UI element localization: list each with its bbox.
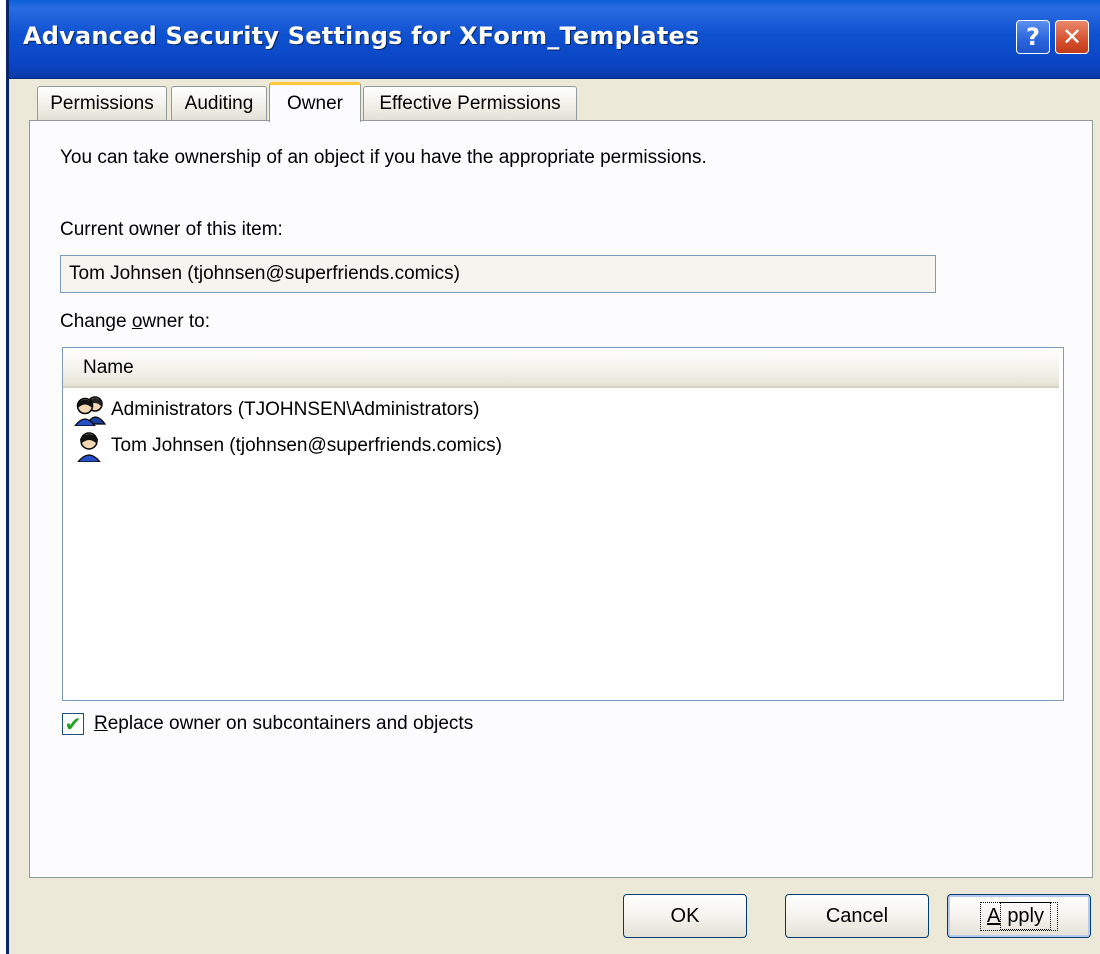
- ok-button[interactable]: OK: [623, 894, 747, 938]
- apply-button[interactable]: Apply: [947, 894, 1091, 938]
- name-column-label: Name: [83, 357, 134, 378]
- current-owner-field[interactable]: Tom Johnsen (tjohnsen@superfriends.comic…: [60, 255, 936, 293]
- replace-owner-label[interactable]: Replace owner on subcontainers and objec…: [94, 713, 473, 735]
- intro-text: You can take ownership of an object if y…: [60, 147, 707, 168]
- cancel-button[interactable]: Cancel: [785, 894, 929, 938]
- group-users-icon: [74, 396, 107, 426]
- title-bar[interactable]: Advanced Security Settings for XForm_Tem…: [9, 0, 1100, 79]
- apply-label: Apply: [979, 901, 1059, 931]
- close-button[interactable]: ✕: [1055, 20, 1089, 54]
- change-owner-label: Change owner to:: [60, 311, 211, 332]
- name-column-header[interactable]: Name: [63, 348, 1059, 388]
- close-icon: ✕: [1061, 23, 1083, 51]
- tab-owner[interactable]: Owner: [269, 82, 361, 122]
- window-title: Advanced Security Settings for XForm_Tem…: [23, 22, 700, 50]
- user-icon: [77, 432, 101, 462]
- help-icon: ?: [1026, 23, 1040, 51]
- owner-tab-panel: You can take ownership of an object if y…: [29, 120, 1093, 878]
- list-item-label: Tom Johnsen (tjohnsen@superfriends.comic…: [111, 435, 503, 456]
- dialog-window: Advanced Security Settings for XForm_Tem…: [6, 0, 1100, 954]
- checkmark-icon: ✔: [64, 712, 82, 736]
- tab-label: Auditing: [184, 92, 254, 114]
- owner-candidates-list[interactable]: Name Administrators (TJOHNSEN\Administra…: [62, 347, 1064, 701]
- replace-owner-checkbox[interactable]: ✔: [62, 713, 84, 735]
- tab-effective-permissions[interactable]: Effective Permissions: [363, 86, 577, 120]
- tab-label: Effective Permissions: [379, 92, 561, 114]
- list-item-label: Administrators (TJOHNSEN\Administrators): [111, 399, 480, 420]
- list-item-tom-johnsen[interactable]: Tom Johnsen (tjohnsen@superfriends.comic…: [73, 430, 502, 462]
- ok-label: OK: [670, 904, 700, 927]
- tab-auditing[interactable]: Auditing: [171, 86, 267, 120]
- cancel-label: Cancel: [825, 904, 889, 927]
- list-item-administrators[interactable]: Administrators (TJOHNSEN\Administrators): [73, 394, 479, 426]
- help-button[interactable]: ?: [1016, 20, 1050, 54]
- current-owner-label: Current owner of this item:: [60, 219, 283, 240]
- tab-label: Owner: [287, 92, 343, 114]
- tab-permissions[interactable]: Permissions: [37, 86, 167, 120]
- tab-label: Permissions: [50, 92, 154, 114]
